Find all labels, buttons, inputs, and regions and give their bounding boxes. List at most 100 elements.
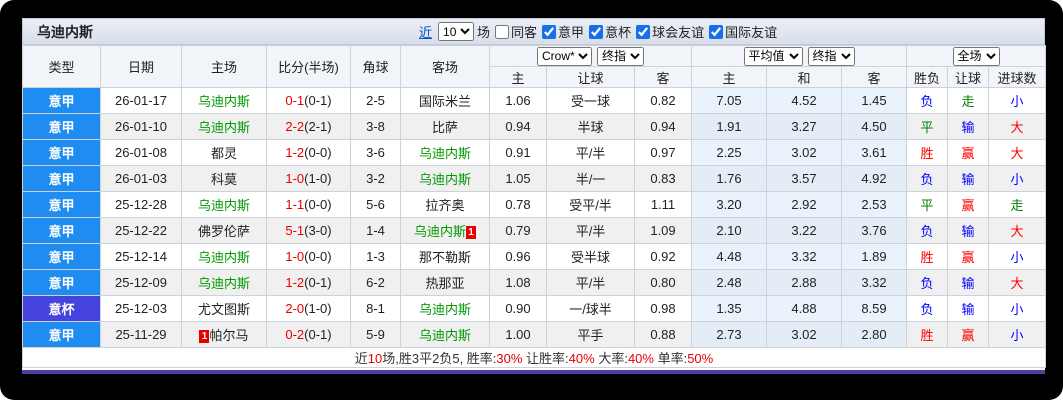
filter-group: 同客 意甲 意杯球会友谊国际友谊 [490,22,777,41]
match-row: 意甲25-12-28乌迪内斯1-1(0-0)5-6拉齐奥0.78受平/半1.11… [23,192,1046,218]
team-name[interactable]: 乌迪内斯 [198,276,250,291]
filter-label: 同客 [511,22,537,41]
home-team[interactable]: 乌迪内斯 [182,270,267,296]
team-name[interactable]: 热那亚 [425,276,464,291]
filter-checkbox[interactable] [709,25,723,39]
team-name[interactable]: 乌迪内斯 [419,328,471,343]
team-name[interactable]: 乌迪内斯 [419,146,471,161]
match-score: 0-2(0-1) [267,322,351,348]
match-row: 意甲25-12-22佛罗伦萨5-1(3-0)1-4乌迪内斯10.79平/半1.0… [23,218,1046,244]
team-name[interactable]: 帕尔马 [209,328,248,343]
recent-count-select[interactable]: 10 [438,22,474,41]
recent-link[interactable]: 近 [419,22,432,41]
corner-count: 1-4 [351,218,401,244]
crow-home-odds: 1.06 [490,88,547,114]
full-time-score: 1-2 [285,145,304,160]
match-score: 2-2(2-1) [267,114,351,140]
team-name[interactable]: 乌迪内斯 [419,172,471,187]
team-name[interactable]: 国际米兰 [419,94,471,109]
avg-away-odds: 8.59 [842,296,907,322]
avg-draw-odds: 3.02 [767,322,842,348]
filter-checkbox[interactable] [542,25,556,39]
home-team[interactable]: 尤文图斯 [182,296,267,322]
result-goals: 小 [989,244,1046,270]
col-header-avg-home: 主 [692,67,767,88]
home-team[interactable]: 佛罗伦萨 [182,218,267,244]
avg-home-odds: 7.05 [692,88,767,114]
full-time-score: 0-2 [285,327,304,342]
crow-handicap: 半/一 [547,166,635,192]
away-team[interactable]: 国际米兰 [401,88,490,114]
match-row: 意甲25-12-09乌迪内斯1-2(0-1)6-2热那亚1.08平/半0.802… [23,270,1046,296]
home-team[interactable]: 乌迪内斯 [182,114,267,140]
filter-item[interactable]: 同客 [490,22,537,41]
crow-home-odds: 0.96 [490,244,547,270]
match-row: 意甲25-12-14乌迪内斯1-0(0-0)1-3那不勒斯0.96受半球0.92… [23,244,1046,270]
filter-checkbox[interactable] [636,25,650,39]
filter-checkbox[interactable] [589,25,603,39]
col-header-avg-draw: 和 [767,67,842,88]
away-team[interactable]: 拉齐奥 [401,192,490,218]
team-name[interactable]: 尤文图斯 [198,302,250,317]
crow-away-odds: 0.92 [635,244,692,270]
away-team[interactable]: 乌迪内斯 [401,166,490,192]
corner-count: 5-9 [351,322,401,348]
summary-stat-value: 40% [569,351,595,366]
filter-item[interactable]: 球会友谊 [631,22,704,41]
team-name[interactable]: 乌迪内斯 [198,120,250,135]
away-team[interactable]: 那不勒斯 [401,244,490,270]
result-outcome: 负 [907,270,948,296]
home-team[interactable]: 都灵 [182,140,267,166]
avg-draw-odds: 3.27 [767,114,842,140]
team-name[interactable]: 乌迪内斯 [198,198,250,213]
away-team[interactable]: 热那亚 [401,270,490,296]
crow-home-odds: 1.00 [490,322,547,348]
crow-handicap: 一/球半 [547,296,635,322]
away-team[interactable]: 乌迪内斯 [401,296,490,322]
crow-home-odds: 0.90 [490,296,547,322]
away-team[interactable]: 乌迪内斯 [401,140,490,166]
average-index-select[interactable]: 终指 [808,47,855,66]
team-name[interactable]: 都灵 [211,146,237,161]
league-badge: 意甲 [23,270,101,296]
team-name[interactable]: 乌迪内斯 [419,302,471,317]
home-team[interactable]: 乌迪内斯 [182,88,267,114]
result-goals: 走 [989,192,1046,218]
period-select[interactable]: 全场 [953,47,1000,66]
match-date: 26-01-17 [101,88,182,114]
home-team[interactable]: 1帕尔马 [182,322,267,348]
result-goals: 小 [989,88,1046,114]
team-name[interactable]: 佛罗伦萨 [198,224,250,239]
crow-source-select[interactable]: Crow* [537,47,592,66]
filter-item[interactable]: 意甲 [537,22,584,41]
team-name[interactable]: 那不勒斯 [419,250,471,265]
away-team[interactable]: 乌迪内斯 [401,322,490,348]
match-score: 2-0(1-0) [267,296,351,322]
avg-home-odds: 1.76 [692,166,767,192]
match-row: 意甲26-01-08都灵1-2(0-0)3-6乌迪内斯0.91平/半0.972.… [23,140,1046,166]
team-name[interactable]: 科莫 [211,172,237,187]
half-time-score: (0-0) [304,145,331,160]
match-date: 25-12-03 [101,296,182,322]
filter-item[interactable]: 国际友谊 [704,22,777,41]
team-name[interactable]: 乌迪内斯 [198,250,250,265]
team-name[interactable]: 拉齐奥 [425,198,464,213]
summary-text-part: 大率: [595,351,628,366]
home-team[interactable]: 科莫 [182,166,267,192]
filter-item[interactable]: 意杯 [584,22,631,41]
average-source-select[interactable]: 平均值 [744,47,803,66]
full-time-score: 2-2 [285,119,304,134]
away-team[interactable]: 乌迪内斯1 [401,218,490,244]
filter-label: 意甲 [558,22,584,41]
crow-index-select[interactable]: 终指 [597,47,644,66]
team-name[interactable]: 比萨 [432,120,458,135]
home-team[interactable]: 乌迪内斯 [182,192,267,218]
team-name[interactable]: 乌迪内斯 [414,224,466,239]
avg-away-odds: 3.76 [842,218,907,244]
filter-label: 意杯 [605,22,631,41]
filter-checkbox[interactable] [495,25,509,39]
away-team[interactable]: 比萨 [401,114,490,140]
team-name[interactable]: 乌迪内斯 [198,94,250,109]
home-team[interactable]: 乌迪内斯 [182,244,267,270]
filter-controls: 近 10 场 同客意甲意杯球会友谊国际友谊 [419,19,777,44]
